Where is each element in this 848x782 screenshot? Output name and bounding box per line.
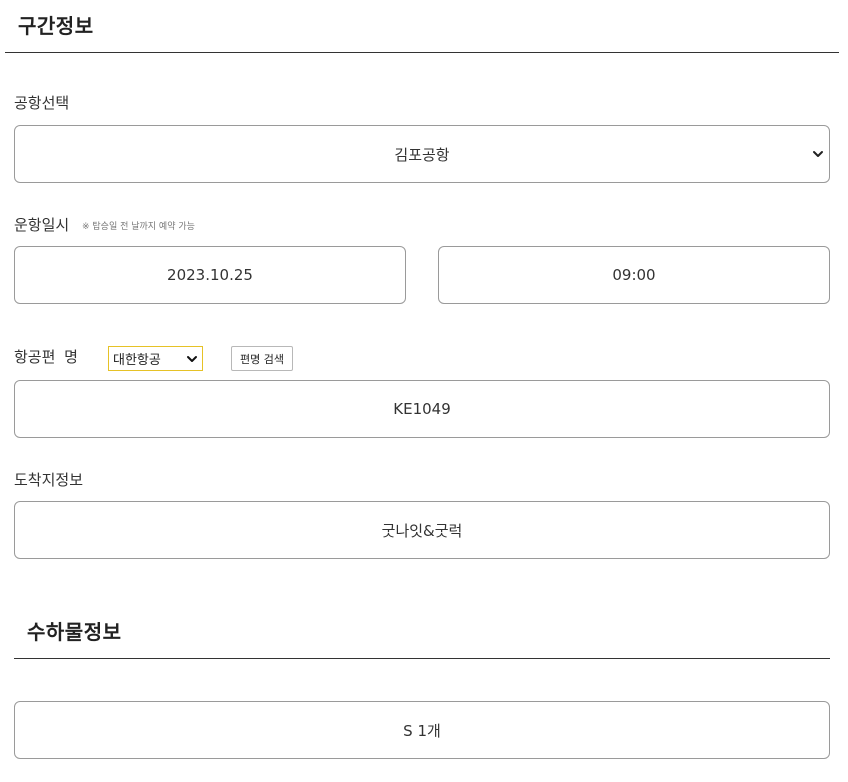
chevron-down-icon	[813, 151, 823, 157]
flight-number-field[interactable]: KE1049	[14, 380, 830, 438]
destination-label: 도착지정보	[14, 471, 84, 489]
schedule-note: ※ 탑승일 전 날까지 예약 가능	[81, 222, 195, 232]
destination-field[interactable]: 굿나잇&굿럭	[14, 501, 830, 559]
baggage-section-divider	[14, 658, 830, 659]
airport-selected-value: 김포공항	[394, 145, 450, 164]
date-value: 2023.10.25	[167, 266, 253, 284]
baggage-value: S 1개	[403, 721, 441, 740]
baggage-field[interactable]: S 1개	[14, 701, 830, 759]
route-section-divider	[5, 52, 839, 53]
time-field[interactable]: 09:00	[438, 246, 830, 304]
airport-label: 공항선택	[14, 94, 70, 112]
flight-search-button[interactable]: 편명 검색	[231, 346, 293, 371]
schedule-label: 운항일시	[14, 216, 70, 234]
flight-number-value: KE1049	[393, 400, 451, 418]
baggage-section-title: 수하물정보	[27, 620, 122, 644]
route-section-title: 구간정보	[18, 14, 94, 38]
flight-label: 항공편 명	[14, 348, 78, 366]
destination-value: 굿나잇&굿럭	[381, 521, 463, 540]
time-value: 09:00	[612, 266, 656, 284]
airport-select[interactable]: 김포공항	[14, 125, 830, 183]
airline-selected-value: 대한항공	[113, 353, 161, 368]
schedule-label-row: 운항일시 ※ 탑승일 전 날까지 예약 가능	[14, 214, 195, 235]
date-field[interactable]: 2023.10.25	[14, 246, 406, 304]
booking-form: 구간정보 공항선택 김포공항 운항일시 ※ 탑승일 전 날까지 예약 가능 20…	[0, 0, 848, 782]
chevron-down-icon	[187, 355, 197, 362]
airline-select[interactable]: 대한항공	[108, 346, 203, 371]
